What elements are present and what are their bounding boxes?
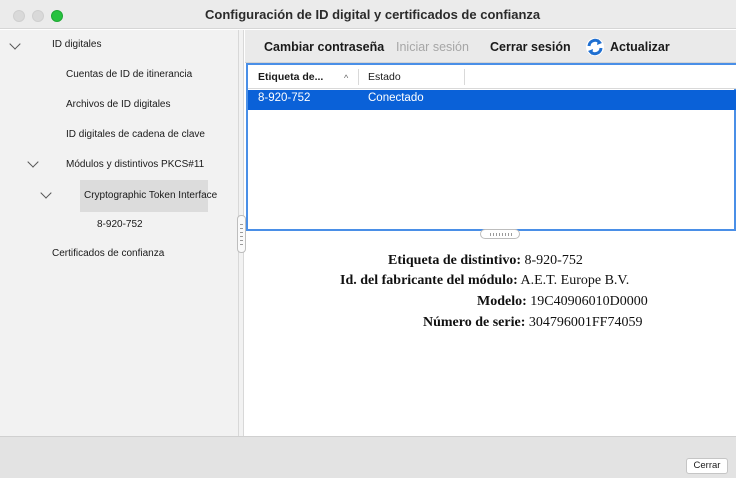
sidebar-item-pkcs11-modules[interactable]: Módulos y distintivos PKCS#11: [66, 150, 204, 180]
chevron-down-icon[interactable]: [40, 187, 52, 199]
refresh-button[interactable]: Actualizar: [610, 40, 670, 54]
detail-serial: Número de serie: 304796001FF74059: [423, 315, 642, 331]
sidebar-item-roaming-accounts[interactable]: Cuentas de ID de itinerancia: [66, 60, 192, 90]
window-close-button[interactable]: [13, 10, 25, 22]
table-row[interactable]: 8-920-752 Conectado: [248, 90, 736, 110]
sidebar-item-id-digitales[interactable]: ID digitales: [52, 30, 101, 60]
footer-bar: [0, 436, 736, 478]
detail-value: A.E.T. Europe B.V.: [520, 273, 630, 288]
sidebar-item-cryptographic-token-interface[interactable]: Cryptographic Token Interface: [84, 181, 217, 211]
detail-label: Modelo:: [477, 294, 527, 309]
detail-value: 304796001FF74059: [528, 315, 643, 330]
refresh-icon[interactable]: [585, 37, 605, 57]
title-bar: Configuración de ID digital y certificad…: [0, 0, 736, 29]
table-header: Etiqueta de... ^ Estado: [248, 65, 736, 89]
window-title: Configuración de ID digital y certificad…: [205, 7, 541, 22]
change-password-button[interactable]: Cambiar contraseña: [264, 40, 384, 54]
sidebar-item-keychain-ids[interactable]: ID digitales de cadena de clave: [66, 120, 205, 150]
detail-manufacturer: Id. del fabricante del módulo: A.E.T. Eu…: [340, 273, 629, 289]
column-header-status[interactable]: Estado: [368, 71, 401, 83]
sidebar-item-id-files[interactable]: Archivos de ID digitales: [66, 90, 171, 120]
close-button[interactable]: Cerrar: [686, 458, 728, 474]
detail-label: Id. del fabricante del módulo:: [340, 273, 518, 288]
login-button[interactable]: Iniciar sesión: [396, 40, 469, 54]
column-divider[interactable]: [358, 69, 359, 85]
chevron-down-icon[interactable]: [9, 38, 21, 50]
detail-label: Número de serie:: [423, 315, 526, 330]
toolbar: Cambiar contraseña Iniciar sesión Cerrar…: [245, 30, 736, 63]
sidebar-item-trusted-certificates[interactable]: Certificados de confianza: [52, 239, 164, 269]
column-divider[interactable]: [464, 69, 465, 85]
cell-status: Conectado: [368, 92, 424, 104]
detail-value: 8-920-752: [524, 253, 583, 268]
chevron-down-icon[interactable]: [27, 156, 39, 168]
detail-value: 19C40906010D0000: [530, 294, 648, 309]
splitter-handle[interactable]: [237, 215, 246, 253]
column-header-label[interactable]: Etiqueta de...: [258, 71, 323, 83]
dialog-window: Configuración de ID digital y certificad…: [0, 0, 736, 478]
detail-token-label: Etiqueta de distintivo: 8-920-752: [388, 253, 583, 269]
window-zoom-button[interactable]: [51, 10, 63, 22]
sidebar-tree: ID digitales Cuentas de ID de itineranci…: [0, 30, 238, 436]
token-table[interactable]: Etiqueta de... ^ Estado 8-920-752 Conect…: [246, 63, 736, 231]
cell-label: 8-920-752: [258, 92, 311, 104]
detail-model: Modelo: 19C40906010D0000: [477, 294, 648, 310]
sort-ascending-icon: ^: [344, 73, 349, 83]
sidebar-item-token-8-920-752[interactable]: 8-920-752: [97, 210, 143, 240]
window-minimize-button[interactable]: [32, 10, 44, 22]
logout-button[interactable]: Cerrar sesión: [490, 40, 571, 54]
detail-label: Etiqueta de distintivo:: [388, 253, 522, 268]
pane-splitter-handle[interactable]: [480, 229, 520, 239]
